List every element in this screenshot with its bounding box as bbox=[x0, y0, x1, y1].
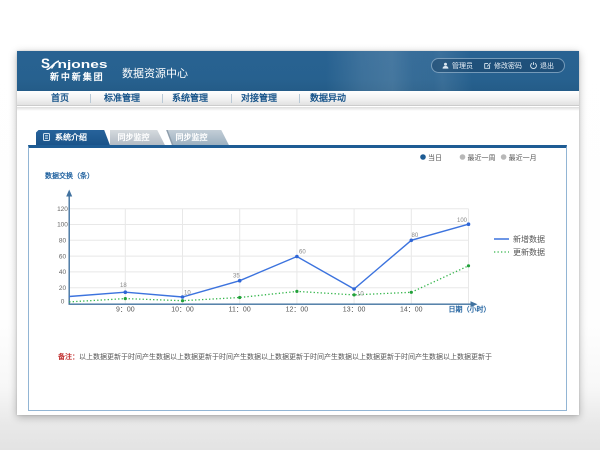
svg-text:0: 0 bbox=[61, 298, 65, 305]
svg-text:13：00: 13：00 bbox=[343, 307, 366, 314]
svg-text:40: 40 bbox=[59, 269, 67, 276]
svg-text:最近一周: 最近一周 bbox=[468, 153, 496, 162]
svg-text:18: 18 bbox=[120, 283, 127, 289]
svg-text:60: 60 bbox=[59, 253, 67, 260]
svg-text:120: 120 bbox=[57, 206, 68, 213]
svg-text:80: 80 bbox=[59, 238, 67, 245]
svg-text:80: 80 bbox=[412, 233, 419, 239]
svg-text:12：00: 12：00 bbox=[286, 307, 309, 314]
svg-text:当日: 当日 bbox=[428, 153, 442, 162]
svg-text:11：00: 11：00 bbox=[229, 307, 251, 314]
svg-text:日期（小时）: 日期（小时） bbox=[449, 305, 491, 314]
svg-text:100: 100 bbox=[57, 222, 68, 229]
svg-text:100: 100 bbox=[457, 218, 468, 224]
svg-text:60: 60 bbox=[299, 250, 306, 256]
svg-text:新增数据: 新增数据 bbox=[513, 234, 545, 244]
svg-text:20: 20 bbox=[59, 285, 67, 292]
svg-text:10: 10 bbox=[184, 291, 191, 297]
svg-text:数据交换（条）: 数据交换（条） bbox=[45, 171, 94, 180]
svg-text:10: 10 bbox=[357, 292, 364, 298]
svg-text:9：00: 9：00 bbox=[116, 307, 135, 314]
svg-text:14：00: 14：00 bbox=[400, 307, 423, 314]
svg-text:更新数据: 更新数据 bbox=[513, 247, 545, 257]
svg-text:35: 35 bbox=[233, 274, 240, 280]
svg-text:最近一月: 最近一月 bbox=[509, 153, 537, 162]
svg-text:10：00: 10：00 bbox=[171, 307, 194, 314]
